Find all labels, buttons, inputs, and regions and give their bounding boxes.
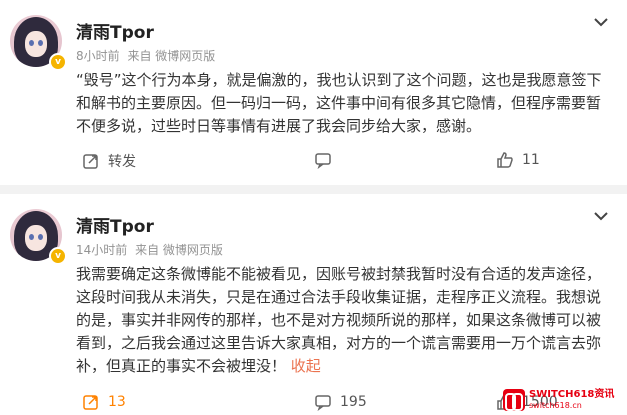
forward-icon <box>83 395 98 410</box>
verified-icon: v <box>49 53 67 71</box>
watermark-title: SWITCH618资讯 <box>529 389 615 400</box>
forward-button[interactable]: 13 <box>82 393 126 411</box>
comment-button[interactable]: 195 <box>314 393 367 411</box>
action-bar: 转发 11 <box>76 151 606 173</box>
like-button[interactable]: 11 <box>496 151 540 169</box>
post-card: v 清雨Tpor 14小时前 来自 微博网页版 我需要确定这条微博能不能被看见，… <box>0 194 627 415</box>
forward-icon <box>83 154 98 169</box>
watermark: SWITCH618资讯 switch618.cn <box>503 387 623 413</box>
collapse-link[interactable]: 收起 <box>291 357 321 375</box>
post-meta: 8小时前 来自 微博网页版 <box>76 47 215 64</box>
username[interactable]: 清雨Tpor <box>76 18 154 43</box>
watermark-subtitle: switch618.cn <box>529 401 582 410</box>
post-time[interactable]: 8小时前 <box>76 49 120 63</box>
post-time[interactable]: 14小时前 <box>76 243 127 257</box>
comment-icon <box>315 395 331 411</box>
post-text-content: 我需要确定这条微博能不能被看见，因账号被封禁我暂时没有合适的发声途径，这段时间我… <box>76 265 602 375</box>
forward-count: 13 <box>108 394 126 410</box>
post-source: 来自 微博网页版 <box>135 243 223 257</box>
more-icon[interactable] <box>593 17 609 27</box>
forward-label: 转发 <box>108 154 136 170</box>
post-card: v 清雨Tpor 8小时前 来自 微博网页版 “毁号”这个行为本身，就是偏激的，… <box>0 0 627 185</box>
post-source: 来自 微博网页版 <box>127 49 216 63</box>
more-icon[interactable] <box>593 211 609 221</box>
like-count: 11 <box>522 152 540 168</box>
post-meta: 14小时前 来自 微博网页版 <box>76 241 223 258</box>
switch-logo-icon <box>503 389 525 411</box>
comment-icon <box>315 153 331 169</box>
like-icon <box>497 152 513 168</box>
post-text: “毁号”这个行为本身，就是偏激的，我也认识到了这个问题，这也是我愿意签下和解书的… <box>76 71 602 135</box>
comment-button[interactable] <box>314 151 340 169</box>
post-text: 我需要确定这条微博能不能被看见，因账号被封禁我暂时没有合适的发声途径，这段时间我… <box>76 263 611 378</box>
forward-button[interactable]: 转发 <box>82 151 136 171</box>
comment-count: 195 <box>340 394 367 410</box>
username[interactable]: 清雨Tpor <box>76 212 154 237</box>
verified-icon: v <box>49 247 67 265</box>
